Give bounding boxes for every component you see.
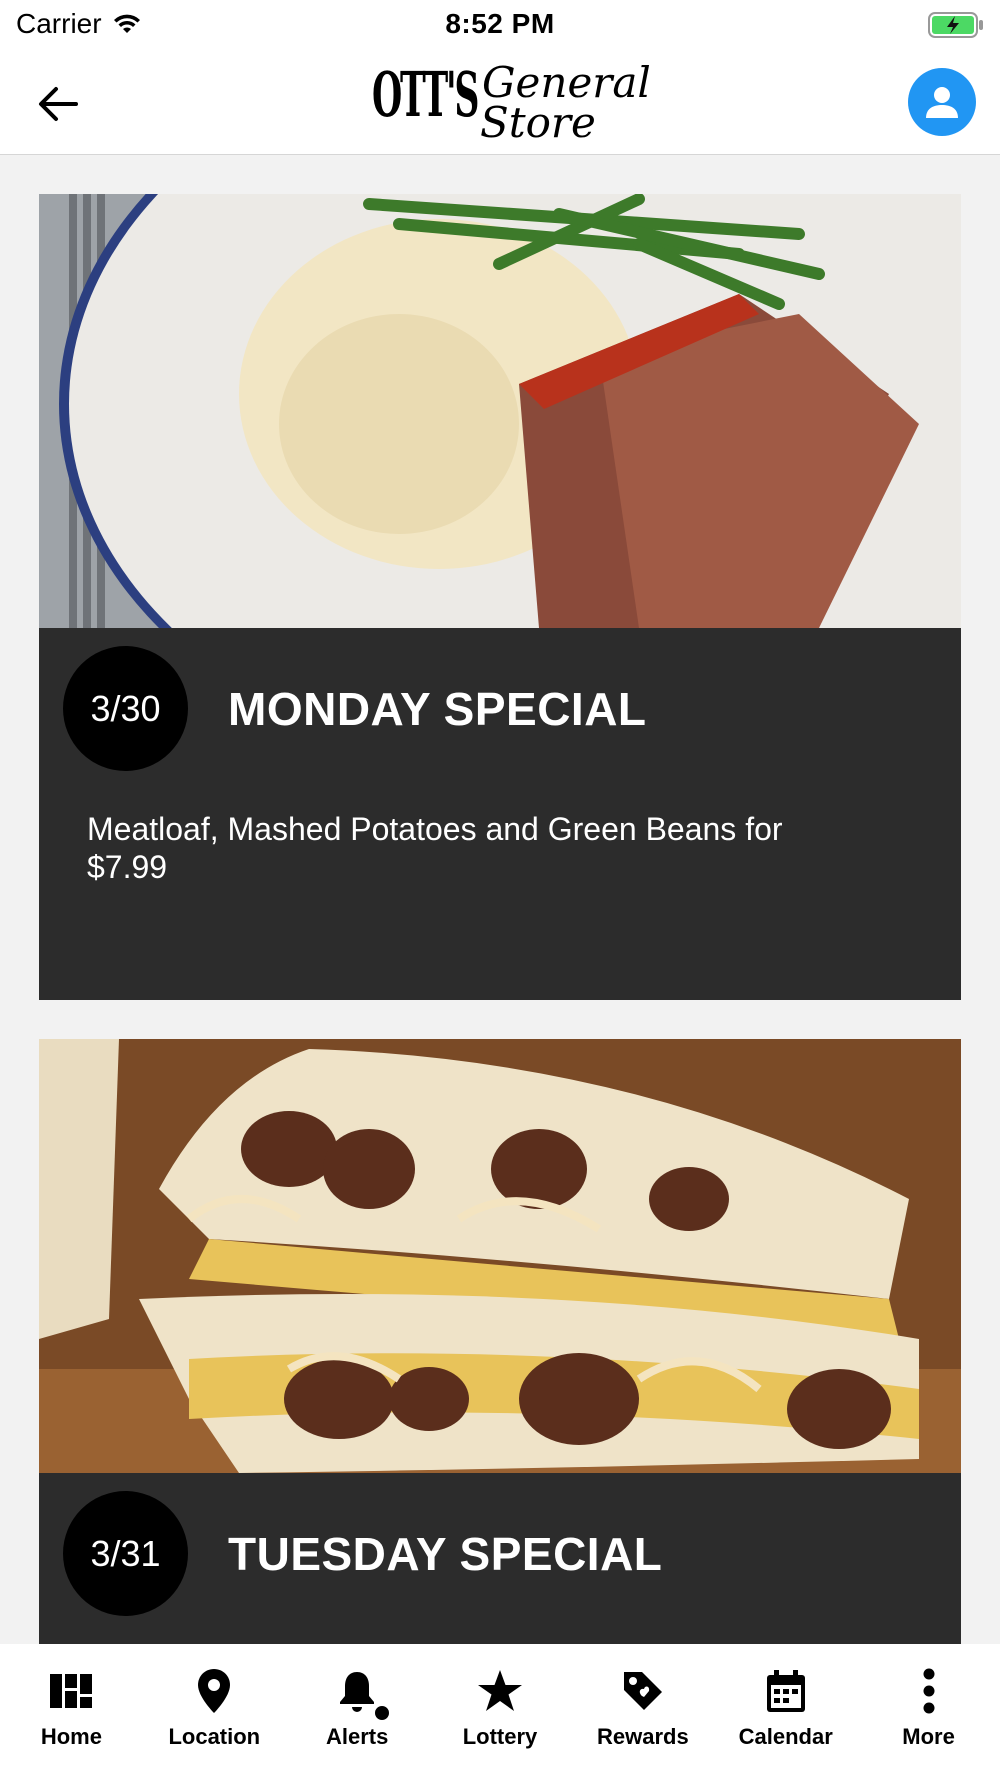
tab-home[interactable]: Home bbox=[0, 1644, 143, 1778]
tab-alerts[interactable]: Alerts bbox=[286, 1644, 429, 1778]
tab-label: Lottery bbox=[462, 1724, 538, 1749]
tab-label: Rewards bbox=[597, 1724, 689, 1749]
profile-button[interactable] bbox=[908, 68, 976, 136]
map-pin-icon bbox=[191, 1668, 237, 1714]
more-vertical-icon bbox=[906, 1668, 952, 1714]
meatloaf-plate-image bbox=[39, 194, 961, 628]
bell-icon bbox=[334, 1668, 380, 1714]
dashboard-icon bbox=[48, 1668, 94, 1714]
calendar-icon bbox=[763, 1668, 809, 1714]
tab-label: Home bbox=[40, 1724, 102, 1749]
date-badge: 3/30 bbox=[63, 646, 188, 771]
user-icon bbox=[926, 87, 958, 118]
status-time: 8:52 PM bbox=[445, 8, 555, 39]
special-description: Meatloaf, Mashed Potatoes and Green Bean… bbox=[87, 811, 783, 885]
back-button[interactable] bbox=[30, 78, 86, 130]
back-arrow-icon bbox=[39, 87, 78, 121]
tab-lottery[interactable]: Lottery bbox=[429, 1644, 572, 1778]
status-bar: Carrier 8:52 PM bbox=[0, 0, 1000, 54]
steak-quesadilla-image bbox=[39, 1039, 961, 1473]
tab-more[interactable]: More bbox=[857, 1644, 1000, 1778]
app-header: OTT'S General Store bbox=[0, 54, 1000, 155]
tab-label: Calendar bbox=[738, 1724, 833, 1749]
battery-icon bbox=[928, 12, 983, 38]
tab-location[interactable]: Location bbox=[143, 1644, 286, 1778]
special-title: MONDAY SPECIAL bbox=[228, 683, 647, 735]
tab-label: More bbox=[902, 1724, 955, 1749]
bottom-tab-bar: Home Location Alerts Lottery Rewards Cal… bbox=[0, 1644, 1000, 1778]
tab-label: Location bbox=[168, 1724, 261, 1749]
notification-dot bbox=[373, 1704, 392, 1722]
star-icon bbox=[477, 1668, 523, 1714]
logo-mark: OTT'S bbox=[372, 58, 479, 131]
tag-icon bbox=[620, 1668, 666, 1714]
tab-rewards[interactable]: Rewards bbox=[571, 1644, 714, 1778]
tab-label: Alerts bbox=[325, 1724, 389, 1749]
special-card[interactable]: 3/31 TUESDAY SPECIAL bbox=[39, 1039, 961, 1644]
store-logo: OTT'S General Store bbox=[372, 58, 651, 147]
logo-line2: Store bbox=[480, 98, 596, 147]
special-card[interactable]: 3/30 MONDAY SPECIAL Meatloaf, Mashed Pot… bbox=[39, 194, 961, 1000]
special-title: TUESDAY SPECIAL bbox=[228, 1528, 663, 1580]
tab-calendar[interactable]: Calendar bbox=[714, 1644, 857, 1778]
date-badge: 3/31 bbox=[63, 1491, 188, 1616]
